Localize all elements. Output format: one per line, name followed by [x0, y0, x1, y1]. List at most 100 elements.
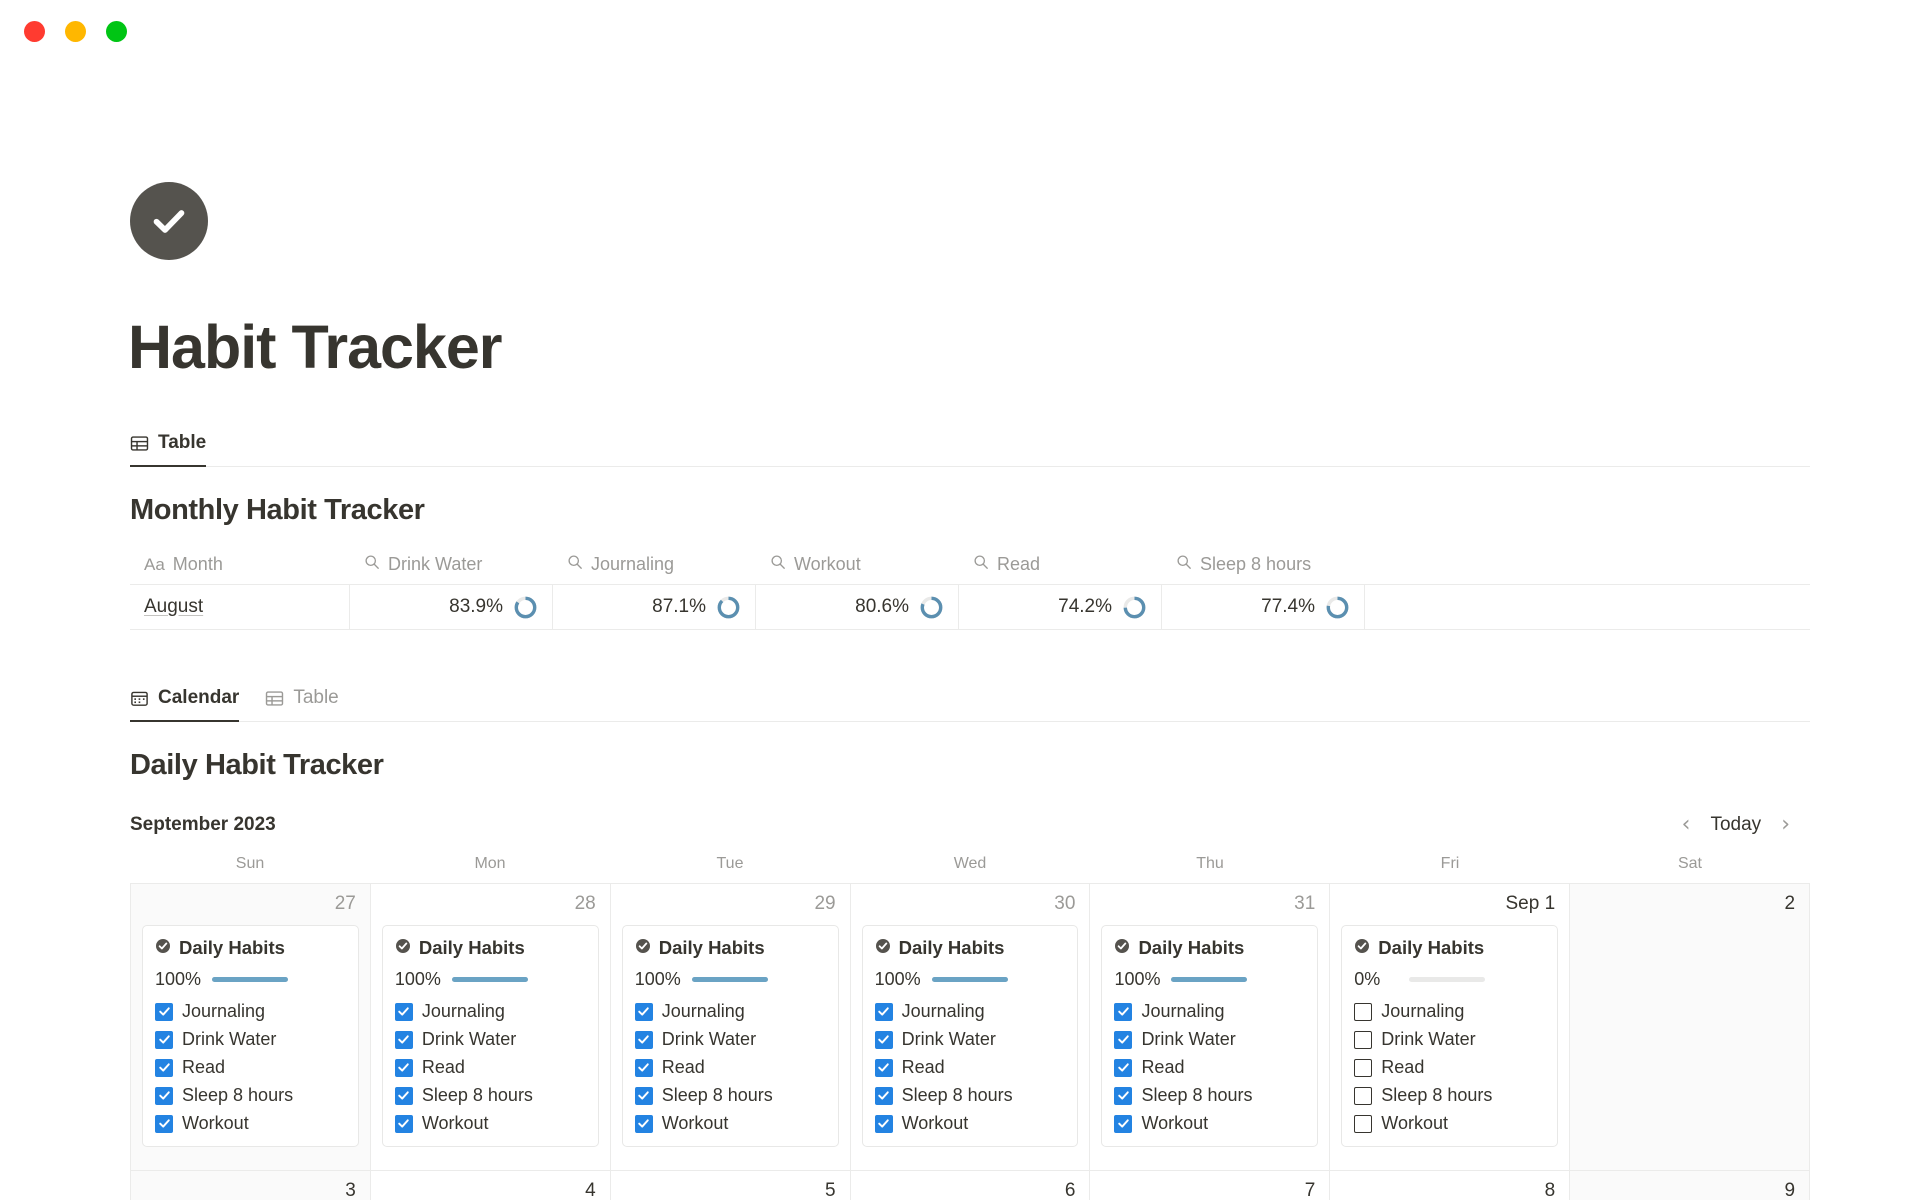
- checkbox-unchecked-icon[interactable]: [1354, 1114, 1373, 1133]
- habit-checkbox-row[interactable]: Journaling: [1114, 1001, 1305, 1022]
- calendar-day-cell[interactable]: 29 Daily Habits 100% Journaling Drink Water R…: [610, 884, 851, 1171]
- checkbox-checked-icon[interactable]: [155, 1030, 173, 1049]
- checkbox-checked-icon[interactable]: [155, 1114, 173, 1133]
- checkbox-unchecked-icon[interactable]: [1354, 1002, 1373, 1021]
- checkbox-checked-icon[interactable]: [1114, 1002, 1133, 1021]
- checkbox-checked-icon[interactable]: [155, 1002, 173, 1021]
- habit-checkbox-row[interactable]: Workout: [1354, 1113, 1545, 1134]
- next-month-button[interactable]: ›: [1777, 812, 1794, 838]
- habit-checkbox-row[interactable]: Drink Water: [394, 1029, 586, 1050]
- checkbox-checked-icon[interactable]: [634, 1058, 653, 1077]
- habit-checkbox-row[interactable]: Read: [634, 1057, 826, 1078]
- calendar-day-cell[interactable]: 7: [1090, 1171, 1331, 1200]
- checkbox-checked-icon[interactable]: [874, 1058, 893, 1077]
- cell-sleep-8-hours[interactable]: 77.4%: [1162, 585, 1365, 629]
- tab-table-daily[interactable]: Table: [265, 687, 339, 721]
- checkbox-checked-icon[interactable]: [394, 1114, 413, 1133]
- calendar-day-cell[interactable]: Sep 1 Daily Habits 0% Journaling Drink Water…: [1330, 884, 1571, 1171]
- habit-checkbox-row[interactable]: Workout: [1114, 1113, 1305, 1134]
- habit-checkbox-row[interactable]: Sleep 8 hours: [634, 1085, 826, 1106]
- checkbox-checked-icon[interactable]: [634, 1030, 653, 1049]
- daily-habits-card[interactable]: Daily Habits 100% Journaling Drink Water Rea…: [142, 925, 359, 1147]
- cell-read[interactable]: 74.2%: [959, 585, 1162, 629]
- calendar-day-cell[interactable]: 28 Daily Habits 100% Journaling Drink Water R…: [370, 884, 611, 1171]
- checkbox-checked-icon[interactable]: [1114, 1030, 1133, 1049]
- checkbox-unchecked-icon[interactable]: [1354, 1058, 1373, 1077]
- checkbox-checked-icon[interactable]: [394, 1086, 413, 1105]
- column-header-workout[interactable]: Workout: [756, 554, 959, 575]
- habit-checkbox-row[interactable]: Workout: [155, 1113, 346, 1134]
- previous-month-button[interactable]: ‹: [1678, 812, 1695, 838]
- habit-checkbox-row[interactable]: Drink Water: [1354, 1029, 1545, 1050]
- checkbox-checked-icon[interactable]: [634, 1114, 653, 1133]
- column-header-drink-water[interactable]: Drink Water: [350, 554, 553, 575]
- checkbox-checked-icon[interactable]: [155, 1086, 173, 1105]
- checkbox-checked-icon[interactable]: [634, 1002, 653, 1021]
- habit-checkbox-row[interactable]: Read: [155, 1057, 346, 1078]
- daily-habits-card[interactable]: Daily Habits 100% Journaling Drink Water Rea…: [381, 925, 599, 1147]
- cell-workout[interactable]: 80.6%: [756, 585, 959, 629]
- habit-checkbox-row[interactable]: Journaling: [874, 1001, 1066, 1022]
- daily-habits-card[interactable]: Daily Habits 0% Journaling Drink Water Read S…: [1341, 925, 1559, 1147]
- daily-habits-card[interactable]: Daily Habits 100% Journaling Drink Water Rea…: [621, 925, 839, 1147]
- column-header-sleep-8-hours[interactable]: Sleep 8 hours: [1162, 554, 1365, 575]
- calendar-day-cell[interactable]: 31 Daily Habits 100% Journaling Drink Water R…: [1090, 884, 1331, 1171]
- daily-habits-card[interactable]: Daily Habits 100% Journaling Drink Water Rea…: [861, 925, 1079, 1147]
- checkbox-checked-icon[interactable]: [1114, 1086, 1133, 1105]
- checkbox-checked-icon[interactable]: [1114, 1058, 1133, 1077]
- calendar-day-cell[interactable]: 4: [370, 1171, 611, 1200]
- habit-checkbox-row[interactable]: Workout: [874, 1113, 1066, 1134]
- habit-checkbox-row[interactable]: Drink Water: [1114, 1029, 1305, 1050]
- habit-checkbox-row[interactable]: Journaling: [1354, 1001, 1545, 1022]
- maximize-window-button[interactable]: [106, 20, 127, 42]
- habit-checkbox-row[interactable]: Drink Water: [874, 1029, 1066, 1050]
- calendar-day-cell[interactable]: 5: [610, 1171, 851, 1200]
- habit-checkbox-row[interactable]: Read: [1354, 1057, 1545, 1078]
- calendar-day-cell[interactable]: 3: [130, 1171, 371, 1200]
- habit-checkbox-row[interactable]: Drink Water: [634, 1029, 826, 1050]
- checkbox-checked-icon[interactable]: [1114, 1114, 1133, 1133]
- habit-checkbox-row[interactable]: Workout: [634, 1113, 826, 1134]
- checkbox-checked-icon[interactable]: [634, 1086, 653, 1105]
- calendar-day-cell[interactable]: 9: [1570, 1171, 1811, 1200]
- tab-table-monthly[interactable]: Table: [130, 432, 207, 468]
- checkbox-checked-icon[interactable]: [874, 1002, 893, 1021]
- calendar-day-cell[interactable]: 30 Daily Habits 100% Journaling Drink Water R…: [850, 884, 1091, 1171]
- habit-checkbox-row[interactable]: Journaling: [634, 1001, 826, 1022]
- column-header-month[interactable]: Aa Month: [130, 554, 350, 575]
- habit-checkbox-row[interactable]: Sleep 8 hours: [394, 1085, 586, 1106]
- habit-checkbox-row[interactable]: Sleep 8 hours: [1354, 1085, 1545, 1106]
- column-header-read[interactable]: Read: [959, 554, 1162, 575]
- habit-checkbox-row[interactable]: Read: [1114, 1057, 1305, 1078]
- daily-habits-card[interactable]: Daily Habits 100% Journaling Drink Water Rea…: [1101, 925, 1319, 1147]
- column-header-journaling[interactable]: Journaling: [553, 554, 756, 575]
- calendar-day-cell[interactable]: 8: [1330, 1171, 1571, 1200]
- cell-month[interactable]: August: [130, 585, 350, 629]
- today-button[interactable]: Today: [1710, 814, 1761, 836]
- close-window-button[interactable]: [24, 20, 45, 42]
- checkbox-checked-icon[interactable]: [874, 1114, 893, 1133]
- page-icon[interactable]: [130, 182, 208, 260]
- checkbox-checked-icon[interactable]: [394, 1030, 413, 1049]
- habit-checkbox-row[interactable]: Sleep 8 hours: [1114, 1085, 1305, 1106]
- calendar-day-cell[interactable]: 2: [1570, 884, 1811, 1171]
- checkbox-checked-icon[interactable]: [874, 1086, 893, 1105]
- minimize-window-button[interactable]: [65, 20, 86, 42]
- habit-checkbox-row[interactable]: Workout: [394, 1113, 586, 1134]
- tab-calendar[interactable]: Calendar: [130, 687, 240, 723]
- habit-checkbox-row[interactable]: Drink Water: [155, 1029, 346, 1050]
- cell-journaling[interactable]: 87.1%: [553, 585, 756, 629]
- habit-checkbox-row[interactable]: Journaling: [394, 1001, 586, 1022]
- calendar-day-cell[interactable]: 27 Daily Habits 100% Journaling Drink Water R…: [130, 884, 371, 1171]
- habit-checkbox-row[interactable]: Sleep 8 hours: [874, 1085, 1066, 1106]
- checkbox-checked-icon[interactable]: [155, 1058, 173, 1077]
- habit-checkbox-row[interactable]: Read: [394, 1057, 586, 1078]
- checkbox-checked-icon[interactable]: [874, 1030, 893, 1049]
- calendar-day-cell[interactable]: 6: [850, 1171, 1091, 1200]
- checkbox-unchecked-icon[interactable]: [1354, 1086, 1373, 1105]
- checkbox-checked-icon[interactable]: [394, 1002, 413, 1021]
- habit-checkbox-row[interactable]: Sleep 8 hours: [155, 1085, 346, 1106]
- checkbox-checked-icon[interactable]: [394, 1058, 413, 1077]
- habit-checkbox-row[interactable]: Journaling: [155, 1001, 346, 1022]
- month-link[interactable]: August: [144, 596, 203, 618]
